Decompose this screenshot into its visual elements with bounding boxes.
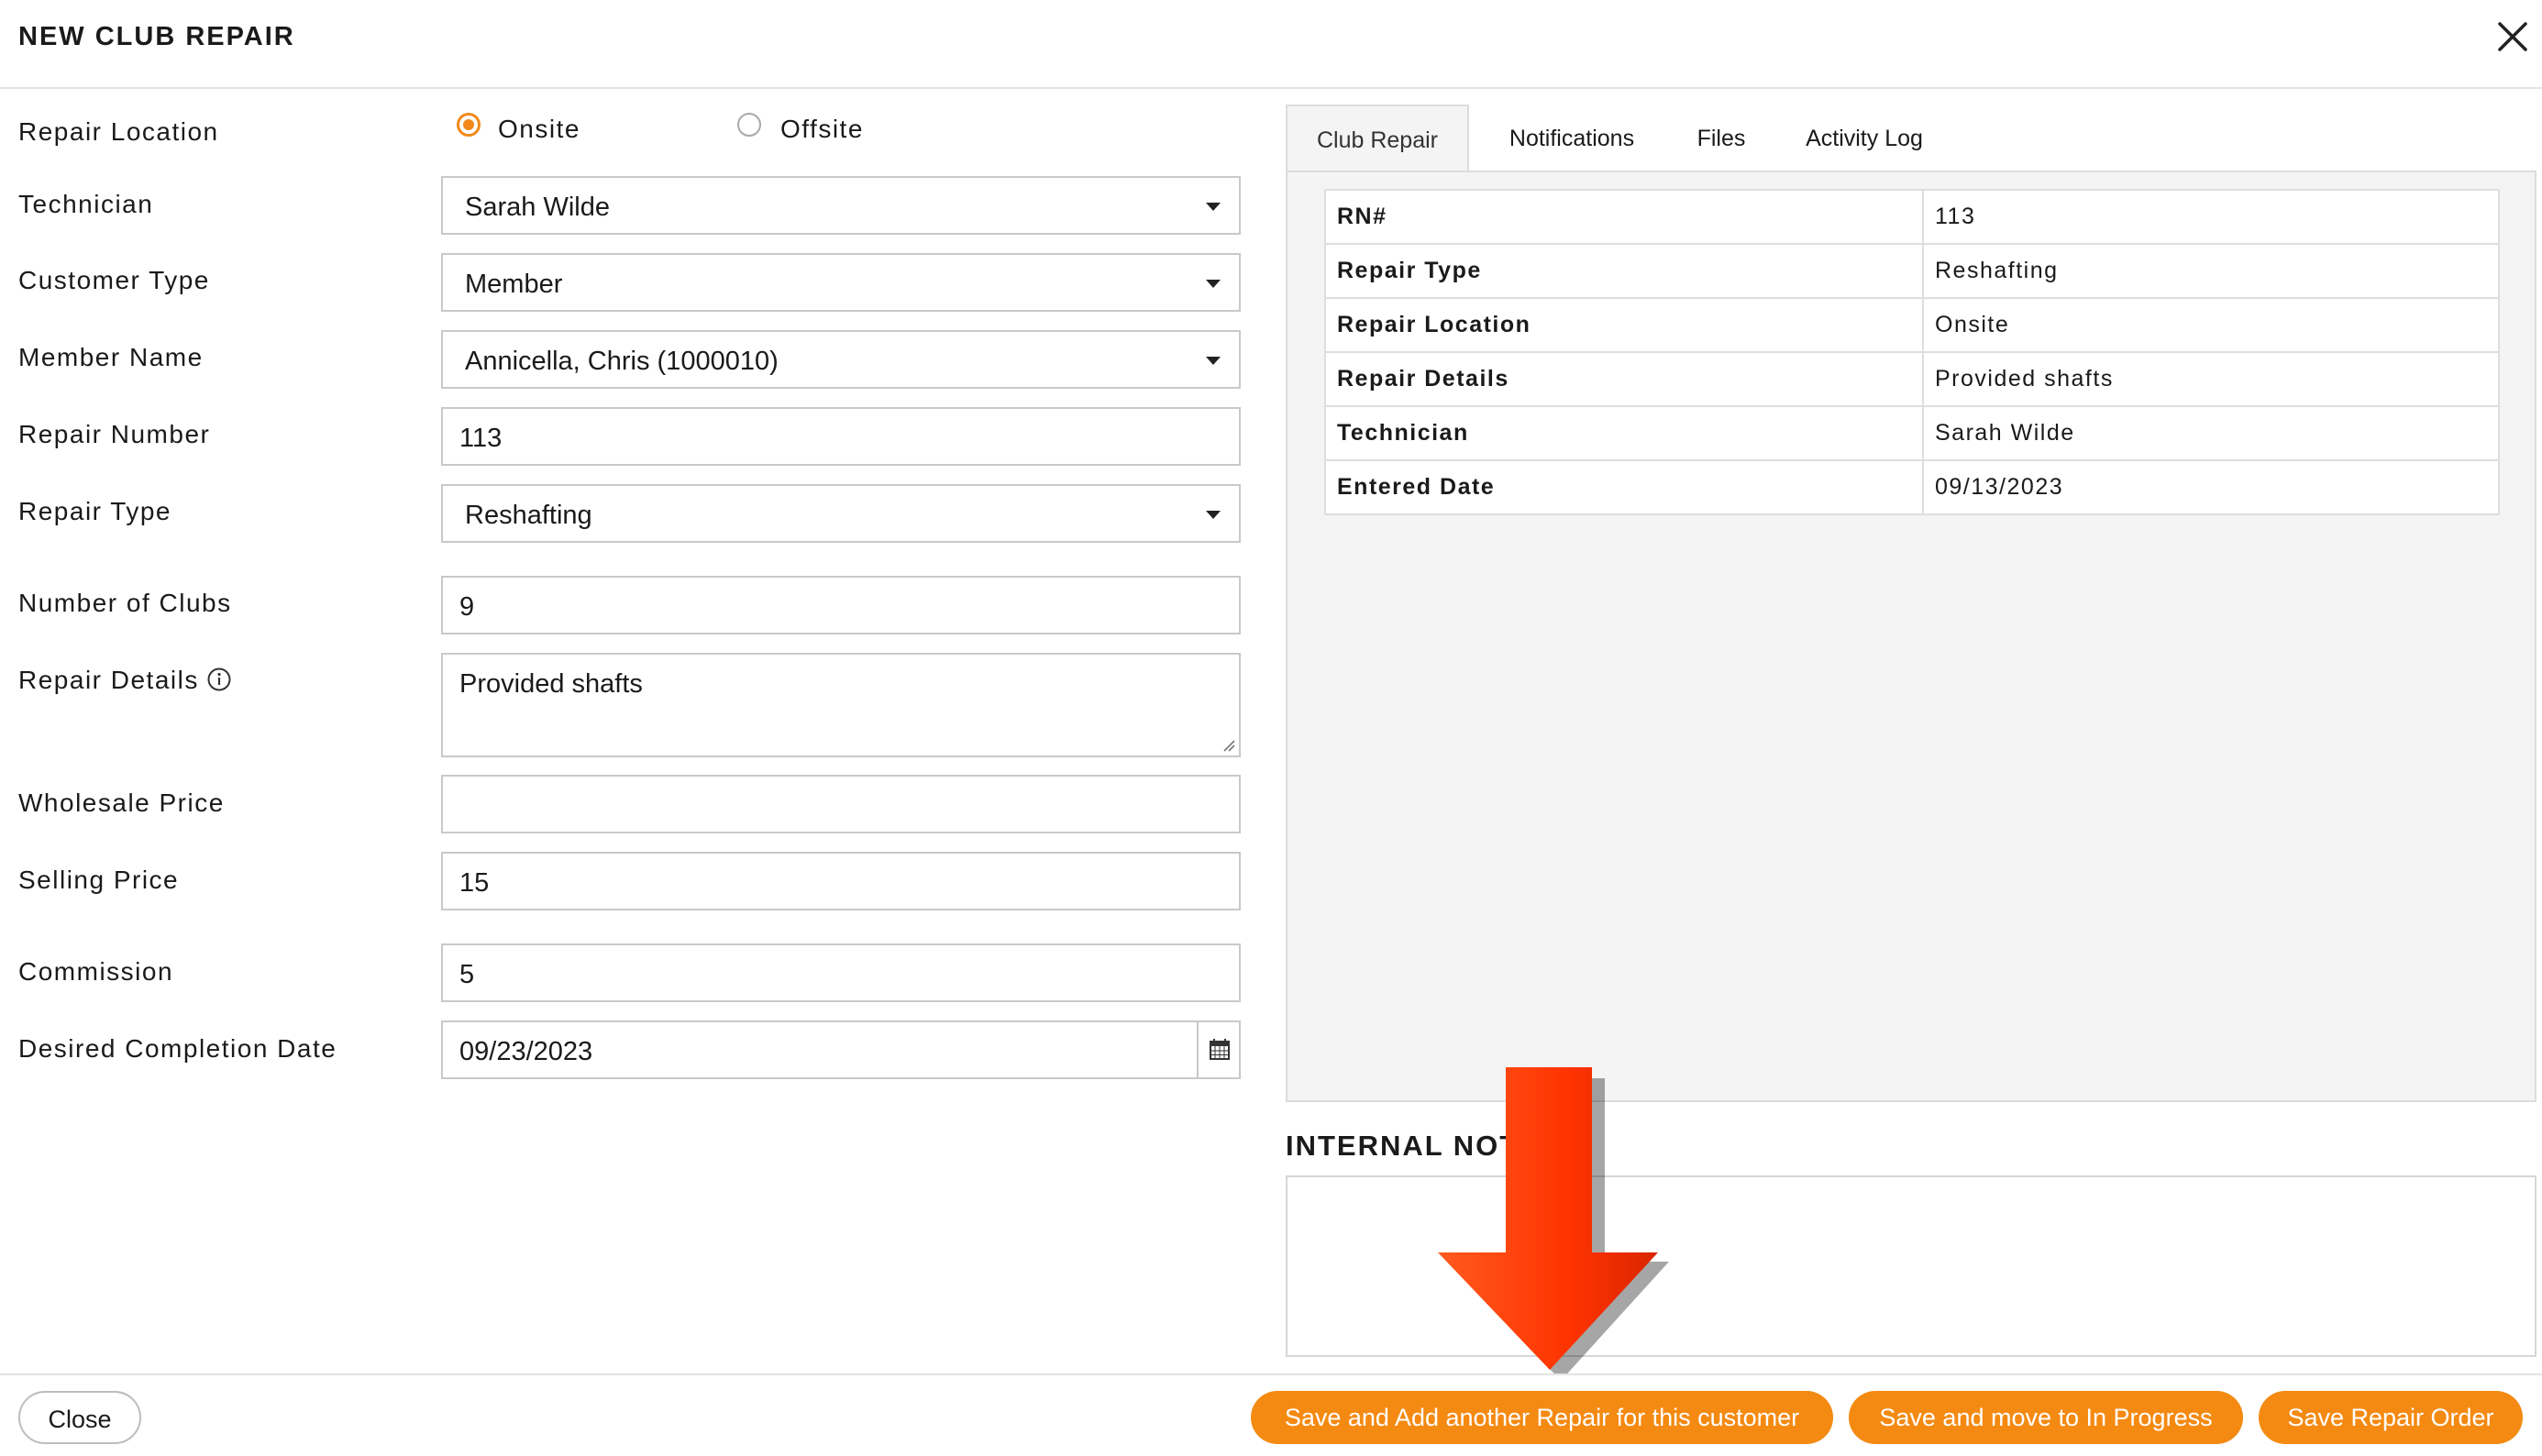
save-and-add-another-button[interactable]: Save and Add another Repair for this cus… [1251,1391,1833,1444]
number-of-clubs-label: Number of Clubs [18,589,232,617]
selling-price-input[interactable]: 15 [441,852,1241,910]
repair-details-label: Repair Details [18,666,232,695]
tab-club-repair[interactable]: Club Repair [1286,105,1469,172]
modal-header: NEW CLUB REPAIR [0,0,2542,89]
commission-value: 5 [459,960,475,989]
technician-label: Technician [18,190,154,218]
radio-offsite[interactable] [737,113,761,137]
technician-select[interactable]: Sarah Wilde [441,176,1241,235]
selling-price-value: 15 [459,868,490,898]
club-repair-panel: RN# 113 Repair Type Reshafting Repair Lo… [1286,171,2536,1102]
repair-details-value: Provided shafts [459,669,643,699]
radio-onsite-label[interactable]: Onsite [498,115,580,144]
table-row: Technician Sarah Wilde [1324,405,2500,461]
modal-footer: Close Save and Add another Repair for th… [0,1373,2542,1456]
repair-details-textarea[interactable]: Provided shafts [441,653,1241,757]
wholesale-price-input[interactable] [441,775,1241,833]
repair-number-label: Repair Number [18,420,211,448]
summary-key: RN# [1324,189,1924,245]
repair-type-value: Reshafting [465,501,592,530]
calendar-icon [1210,1039,1230,1060]
repair-summary-table: RN# 113 Repair Type Reshafting Repair Lo… [1324,189,2500,515]
repair-type-label: Repair Type [18,497,171,525]
customer-type-value: Member [465,270,563,299]
summary-value: 09/13/2023 [1922,459,2500,515]
summary-key: Repair Type [1324,243,1924,299]
save-repair-order-button[interactable]: Save Repair Order [2259,1391,2523,1444]
arrow-down-icon [1438,1067,1669,1375]
table-row: RN# 113 [1324,189,2500,245]
desired-completion-date-input[interactable]: 09/23/2023 [441,1020,1241,1079]
info-icon[interactable] [206,667,232,692]
commission-input[interactable]: 5 [441,943,1241,1002]
summary-key: Repair Details [1324,351,1924,407]
summary-value: Provided shafts [1922,351,2500,407]
table-row: Repair Location Onsite [1324,297,2500,353]
chevron-down-icon [1206,511,1221,519]
repair-number-value: 113 [459,424,503,453]
repair-number-input[interactable]: 113 [441,407,1241,466]
summary-key: Repair Location [1324,297,1924,353]
resize-handle-icon[interactable] [1222,739,1235,752]
desired-completion-date-value: 09/23/2023 [459,1037,593,1066]
repair-location-label: Repair Location [18,117,219,146]
radio-offsite-label[interactable]: Offsite [780,115,864,144]
table-row: Entered Date 09/13/2023 [1324,459,2500,515]
customer-type-select[interactable]: Member [441,253,1241,312]
table-row: Repair Type Reshafting [1324,243,2500,299]
member-name-label: Member Name [18,343,204,371]
summary-key: Entered Date [1324,459,1924,515]
customer-type-label: Customer Type [18,266,210,294]
chevron-down-icon [1206,357,1221,365]
repair-type-select[interactable]: Reshafting [441,484,1241,543]
summary-value: Onsite [1922,297,2500,353]
tab-notifications[interactable]: Notifications [1486,105,1658,172]
desired-completion-date-label: Desired Completion Date [18,1034,337,1063]
chevron-down-icon [1206,203,1221,211]
calendar-button[interactable] [1197,1022,1239,1077]
member-name-select[interactable]: Annicella, Chris (1000010) [441,330,1241,389]
technician-value: Sarah Wilde [465,193,610,222]
summary-value: 113 [1922,189,2500,245]
number-of-clubs-input[interactable]: 9 [441,576,1241,634]
repair-details-label-text: Repair Details [18,666,199,694]
radio-onsite[interactable] [457,113,481,137]
tab-activity-log[interactable]: Activity Log [1786,105,1942,172]
modal-title: NEW CLUB REPAIR [18,22,295,51]
save-and-move-in-progress-button[interactable]: Save and move to In Progress [1849,1391,2243,1444]
selling-price-label: Selling Price [18,866,180,894]
table-row: Repair Details Provided shafts [1324,351,2500,407]
commission-label: Commission [18,957,174,986]
number-of-clubs-value: 9 [459,592,475,622]
detail-tabs: Club Repair Notifications Files Activity… [1286,105,2536,172]
summary-key: Technician [1324,405,1924,461]
summary-value: Reshafting [1922,243,2500,299]
tab-files[interactable]: Files [1671,105,1772,172]
member-name-value: Annicella, Chris (1000010) [465,347,779,376]
summary-value: Sarah Wilde [1922,405,2500,461]
wholesale-price-label: Wholesale Price [18,789,225,817]
close-icon[interactable] [2492,17,2533,57]
close-button[interactable]: Close [18,1391,141,1444]
chevron-down-icon [1206,280,1221,288]
